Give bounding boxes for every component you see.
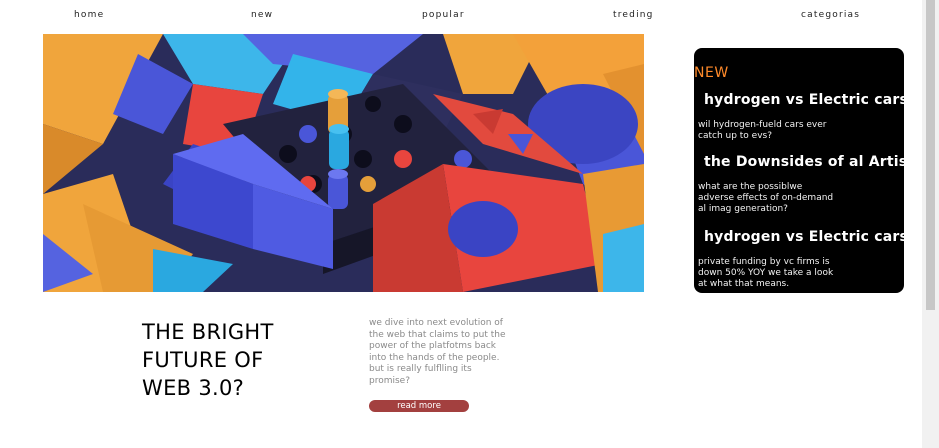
summary-line: promise? [369, 375, 410, 386]
summary-line: power of the platfotms back [369, 341, 497, 351]
sidebar-article-desc: what are the possiblwe adverse effects o… [698, 182, 858, 215]
desc-line: private funding by vc firms is [698, 257, 830, 267]
desc-line: al imag generation? [698, 204, 788, 214]
sidebar-article-desc: wil hydrogen-fueld cars ever catch up to… [698, 120, 858, 142]
new-badge: NEW [694, 65, 729, 81]
summary-line: we dive into next evolution of [369, 318, 503, 328]
page-scrollbar[interactable] [922, 0, 939, 448]
read-more-button[interactable]: read more [369, 400, 469, 412]
desc-line: adverse effects of on-demand [698, 193, 834, 203]
news-sidebar: NEW hydrogen vs Electric cars wil hydrog… [694, 48, 904, 293]
nav-categories[interactable]: categorias [801, 9, 860, 21]
headline-line: WEB 3.0? [142, 376, 245, 400]
summary-line: the web that claims to put the [369, 329, 506, 340]
sidebar-article-title[interactable]: hydrogen vs Electric cars [704, 92, 904, 108]
headline-line: FUTURE OF [142, 348, 264, 372]
desc-line: down 50% YOY we take a look [698, 268, 834, 278]
nav-popular[interactable]: popular [422, 9, 465, 21]
sidebar-article-desc: private funding by vc firms is down 50% … [698, 257, 858, 290]
desc-line: wil hydrogen-fueld cars ever [698, 120, 827, 130]
sidebar-article-title[interactable]: hydrogen vs Electric cars [704, 229, 904, 245]
scrollbar-thumb[interactable] [926, 0, 935, 310]
summary-line: but is really fulflling its [369, 364, 472, 374]
nav-home[interactable]: home [74, 9, 104, 21]
summary-line: into the hands of the people. [369, 352, 500, 363]
desc-line: catch up to evs? [698, 131, 773, 141]
sidebar-article-title[interactable]: the Downsides of al Artistry [704, 154, 904, 170]
nav-new[interactable]: new [251, 9, 273, 21]
hero-image [43, 34, 644, 292]
headline-line: THE BRIGHT [142, 320, 274, 344]
article-headline: THE BRIGHT FUTURE OF WEB 3.0? [142, 318, 312, 402]
article-summary: we dive into next evolution of the web t… [369, 318, 519, 387]
page: home new popular treding categorias NEW … [0, 0, 939, 448]
nav-trending[interactable]: treding [613, 9, 654, 21]
desc-line: at what that means. [698, 279, 790, 289]
top-nav: home new popular treding categorias [0, 9, 920, 21]
desc-line: what are the possiblwe [698, 182, 803, 192]
